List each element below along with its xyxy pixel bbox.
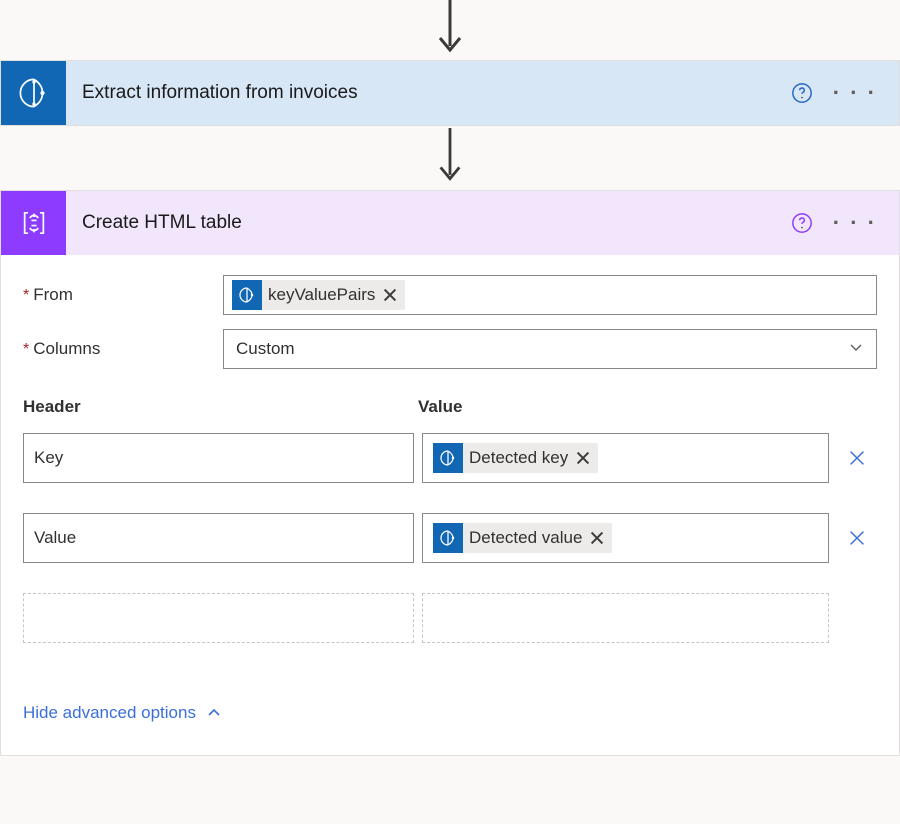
from-field[interactable]: keyValuePairs [223, 275, 877, 315]
card-body: *From keyValuePairs [1, 255, 899, 755]
delete-row-button[interactable] [837, 433, 877, 483]
token-remove-icon[interactable] [572, 449, 594, 467]
token-remove-icon[interactable] [586, 529, 608, 547]
more-menu-icon[interactable]: · · · [833, 80, 877, 106]
columns-row: *Columns Custom [23, 329, 877, 369]
token-label: Detected value [469, 528, 586, 548]
ai-builder-icon [433, 443, 463, 473]
token-keyvaluepairs[interactable]: keyValuePairs [232, 280, 405, 310]
value-cell-input[interactable] [422, 593, 829, 643]
value-column-label: Value [418, 397, 877, 417]
token-detected-value[interactable]: Detected value [433, 523, 612, 553]
header-cell-input[interactable]: Key [23, 433, 414, 483]
delete-row-button[interactable] [837, 513, 877, 563]
chevron-down-icon [848, 339, 864, 360]
from-label: *From [23, 285, 223, 305]
help-icon[interactable] [791, 82, 813, 104]
columns-select[interactable]: Custom [223, 329, 877, 369]
header-cell-input[interactable] [23, 593, 414, 643]
chevron-up-icon [206, 705, 222, 721]
help-icon[interactable] [791, 212, 813, 234]
columns-value: Custom [236, 339, 295, 359]
columns-headers: Header Value [23, 397, 877, 417]
value-cell-input[interactable]: Detected value [422, 513, 829, 563]
from-row: *From keyValuePairs [23, 275, 877, 315]
more-menu-icon[interactable]: · · · [833, 210, 877, 236]
card-title: Extract information from invoices [66, 82, 791, 104]
ai-builder-icon [232, 280, 262, 310]
action-card-extract-invoices[interactable]: Extract information from invoices · · · [0, 60, 900, 126]
token-label: keyValuePairs [268, 285, 379, 305]
ai-builder-icon [1, 61, 66, 125]
action-card-create-html-table: Create HTML table · · · *From [0, 190, 900, 756]
connector-arrow-mid [0, 126, 900, 190]
ai-builder-icon [433, 523, 463, 553]
header-cell-input[interactable]: Value [23, 513, 414, 563]
data-operations-icon [1, 191, 66, 255]
columns-label: *Columns [23, 339, 223, 359]
card-title: Create HTML table [66, 212, 791, 234]
value-cell-input[interactable]: Detected key [422, 433, 829, 483]
token-detected-key[interactable]: Detected key [433, 443, 598, 473]
hide-advanced-options-link[interactable]: Hide advanced options [23, 703, 222, 723]
token-label: Detected key [469, 448, 572, 468]
connector-arrow-top [0, 0, 900, 60]
advanced-options-label: Hide advanced options [23, 703, 196, 723]
card-header[interactable]: Extract information from invoices · · · [1, 61, 899, 125]
card-header[interactable]: Create HTML table · · · [1, 191, 899, 255]
column-mapping-row-empty [23, 593, 877, 643]
columns-mapping-section: Header Value Key Detected key [23, 397, 877, 643]
column-mapping-row: Key Detected key [23, 433, 877, 483]
token-remove-icon[interactable] [379, 286, 401, 304]
header-column-label: Header [23, 397, 418, 417]
column-mapping-row: Value Detected value [23, 513, 877, 563]
